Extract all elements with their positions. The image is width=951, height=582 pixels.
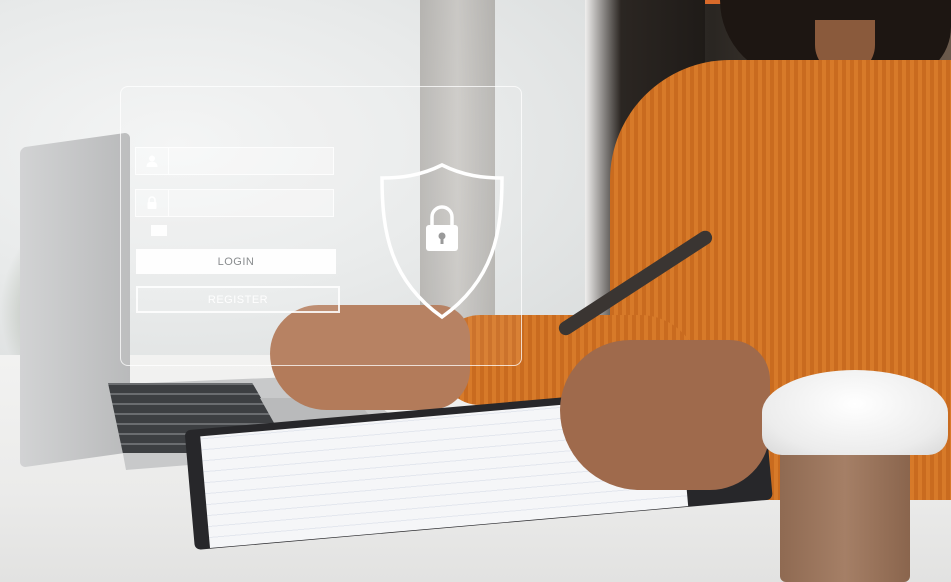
laptop-screen [20,132,130,468]
user-icon [136,148,169,174]
shield-lock-icon [380,163,504,320]
remember-checkbox[interactable] [151,225,167,236]
lock-icon [136,190,169,216]
login-button[interactable]: LOGIN [136,249,336,274]
writing-hand [560,340,770,490]
register-button[interactable]: REGISTER [136,286,340,313]
username-field[interactable] [135,147,334,175]
stock-photo-scene: LOGIN REGISTER [0,0,951,582]
password-field[interactable] [135,189,334,217]
coffee-cup-lid [762,370,948,455]
